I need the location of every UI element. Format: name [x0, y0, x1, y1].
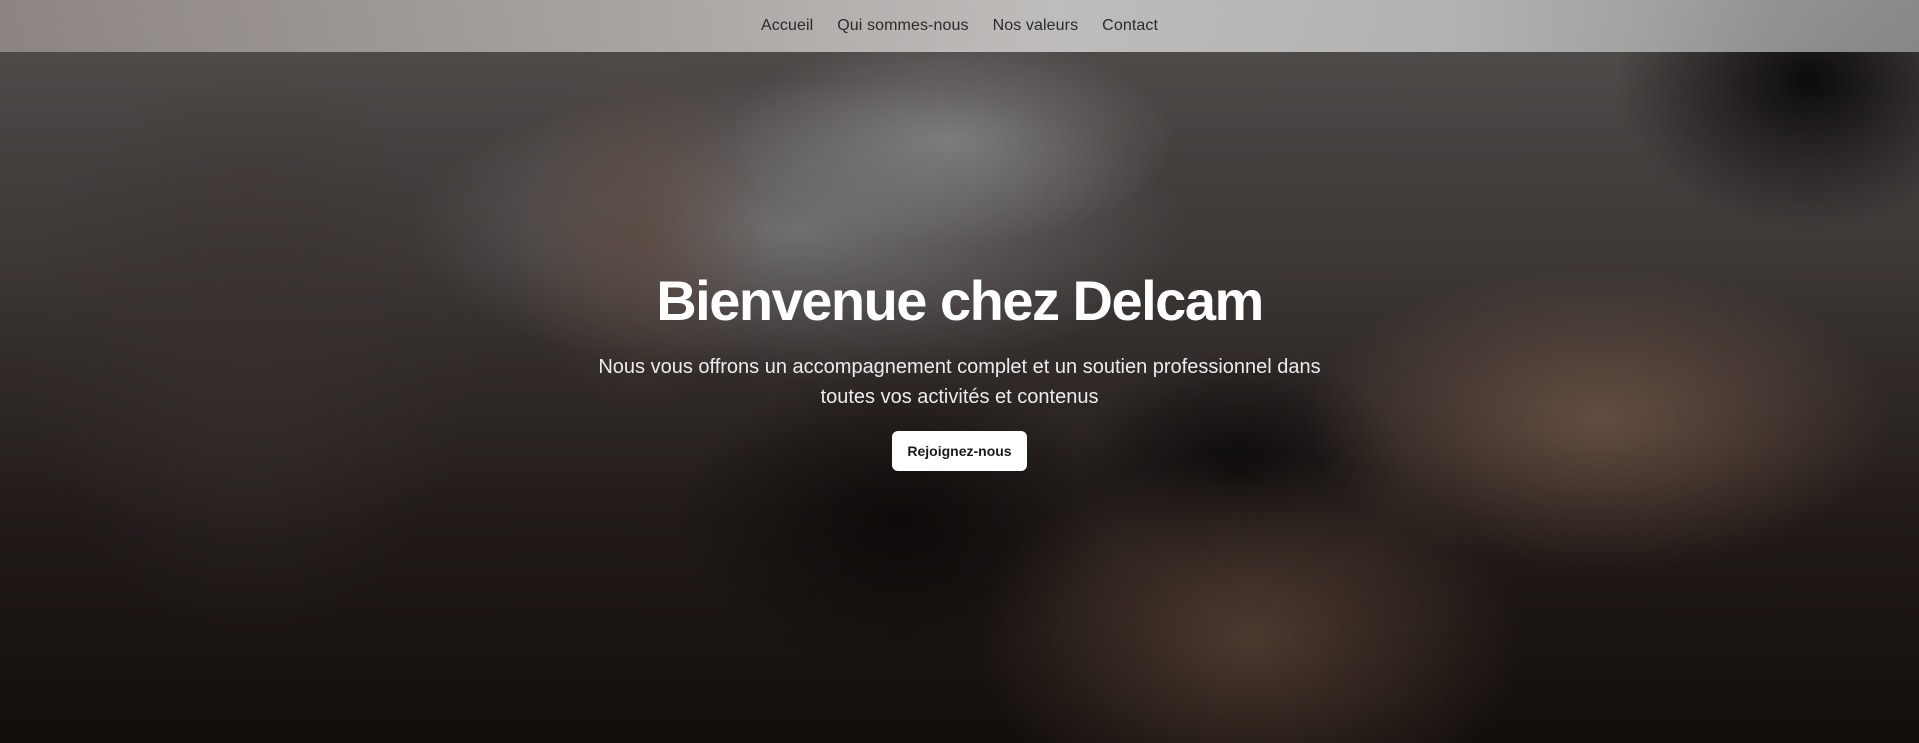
- nav-link-contact[interactable]: Contact: [1102, 17, 1158, 34]
- join-us-button[interactable]: Rejoignez-nous: [892, 431, 1027, 471]
- hero-subtitle: Nous vous offrons un accompagnement comp…: [598, 356, 1321, 408]
- hero-section: Accueil Qui sommes-nous Nos valeurs Cont…: [0, 0, 1919, 743]
- nav-link-qui-sommes-nous[interactable]: Qui sommes-nous: [837, 17, 968, 34]
- hero-title: Bienvenue chez Delcam: [656, 269, 1264, 332]
- hero-content: Bienvenue chez Delcam Nous vous offrons …: [0, 268, 1919, 471]
- top-navbar: Accueil Qui sommes-nous Nos valeurs Cont…: [0, 0, 1919, 52]
- nav-links: Accueil Qui sommes-nous Nos valeurs Cont…: [761, 17, 1158, 35]
- nav-link-nos-valeurs[interactable]: Nos valeurs: [993, 17, 1079, 34]
- nav-link-accueil[interactable]: Accueil: [761, 17, 813, 34]
